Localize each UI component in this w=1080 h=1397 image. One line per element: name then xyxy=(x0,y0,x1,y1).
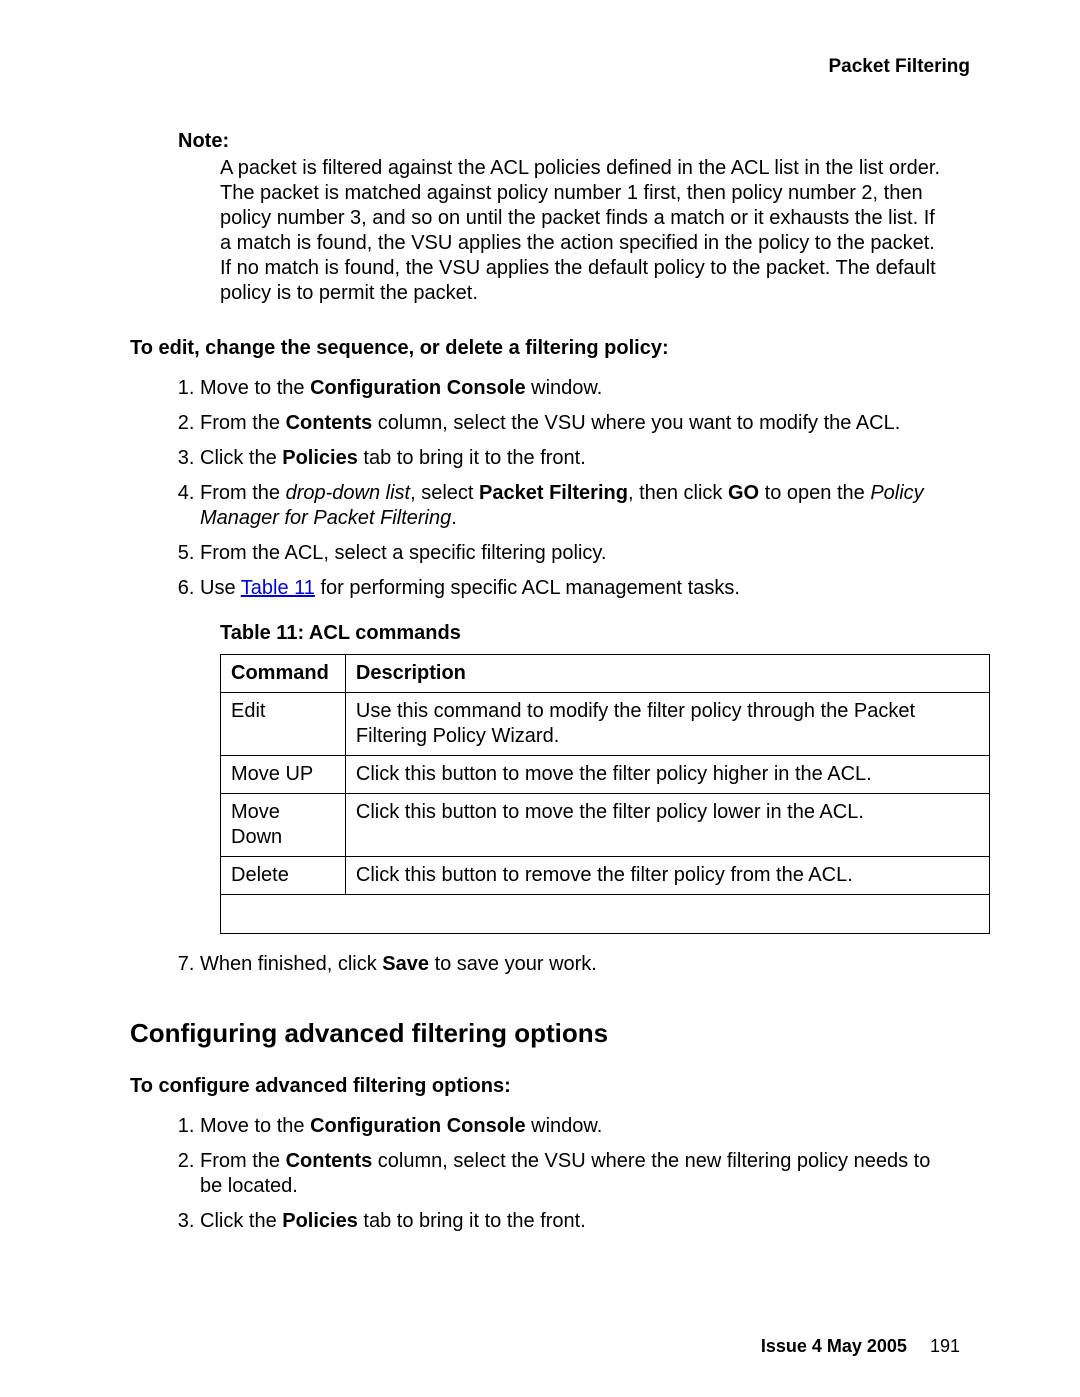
text: for performing specific ACL management t… xyxy=(315,577,740,599)
step-5: From the ACL, select a specific filterin… xyxy=(200,541,950,566)
text: When finished, click xyxy=(200,953,382,975)
step-2: From the Contents column, select the VSU… xyxy=(200,411,950,436)
table-row: Delete Click this button to remove the f… xyxy=(221,856,990,894)
steps-list-1: Move to the Configuration Console window… xyxy=(130,376,950,601)
term-packet-filtering: Packet Filtering xyxy=(479,482,628,504)
table-header-row: Command Description xyxy=(221,654,990,692)
note-block: Note: A packet is filtered against the A… xyxy=(178,129,950,306)
link-table-11[interactable]: Table 11 xyxy=(241,577,315,599)
text: From the xyxy=(200,412,286,434)
text: tab to bring it to the front. xyxy=(358,1210,586,1232)
text: Click the xyxy=(200,1210,282,1232)
footer-page-number: 191 xyxy=(930,1336,960,1356)
text: From the xyxy=(200,482,286,504)
cell-description: Use this command to modify the filter po… xyxy=(345,692,989,755)
cell-description: Click this button to remove the filter p… xyxy=(345,856,989,894)
table-empty-row xyxy=(221,894,990,933)
table-row: Edit Use this command to modify the filt… xyxy=(221,692,990,755)
step-3: Click the Policies tab to bring it to th… xyxy=(200,446,950,471)
text: Use xyxy=(200,577,241,599)
table-row: Move UP Click this button to move the fi… xyxy=(221,755,990,793)
term-configuration-console: Configuration Console xyxy=(310,1115,526,1137)
text: . xyxy=(451,507,457,529)
note-text: A packet is filtered against the ACL pol… xyxy=(220,156,950,306)
page-footer: Issue 4 May 2005 191 xyxy=(761,1335,960,1358)
steps-list-2: Move to the Configuration Console window… xyxy=(130,1114,950,1234)
step-4: From the drop-down list, select Packet F… xyxy=(200,481,950,531)
text: Move to the xyxy=(200,377,310,399)
step-6: Use Table 11 for performing specific ACL… xyxy=(200,576,950,601)
empty-cell xyxy=(221,894,990,933)
text: tab to bring it to the front. xyxy=(358,447,586,469)
text: , then click xyxy=(628,482,728,504)
col-header-command: Command xyxy=(221,654,346,692)
section-heading-edit-policy: To edit, change the sequence, or delete … xyxy=(130,336,950,361)
term-policies: Policies xyxy=(282,1210,358,1232)
cell-description: Click this button to move the filter pol… xyxy=(345,755,989,793)
text: window. xyxy=(526,377,603,399)
note-label: Note: xyxy=(178,129,950,154)
cell-description: Click this button to move the filter pol… xyxy=(345,793,989,856)
term-contents: Contents xyxy=(286,1150,373,1172)
term-policies: Policies xyxy=(282,447,358,469)
term-contents: Contents xyxy=(286,412,373,434)
term-save: Save xyxy=(382,953,429,975)
text: Click the xyxy=(200,447,282,469)
text: to save your work. xyxy=(429,953,597,975)
footer-issue: Issue 4 May 2005 xyxy=(761,1336,907,1356)
steps-list-1-cont: When finished, click Save to save your w… xyxy=(130,952,950,977)
term-drop-down-list: drop-down list xyxy=(286,482,411,504)
heading-configuring-advanced: Configuring advanced filtering options xyxy=(130,1017,950,1050)
cell-command: Delete xyxy=(221,856,346,894)
cell-command: Move UP xyxy=(221,755,346,793)
step-b1: Move to the Configuration Console window… xyxy=(200,1114,950,1139)
term-go: GO xyxy=(728,482,759,504)
section-heading-configure-advanced: To configure advanced filtering options: xyxy=(130,1074,950,1099)
term-configuration-console: Configuration Console xyxy=(310,377,526,399)
cell-command: Edit xyxy=(221,692,346,755)
table-row: Move Down Click this button to move the … xyxy=(221,793,990,856)
running-header: Packet Filtering xyxy=(130,55,970,79)
step-b3: Click the Policies tab to bring it to th… xyxy=(200,1209,950,1234)
text: column, select the VSU where you want to… xyxy=(372,412,900,434)
text: window. xyxy=(526,1115,603,1137)
document-page: Packet Filtering Note: A packet is filte… xyxy=(0,0,1080,1397)
text: Move to the xyxy=(200,1115,310,1137)
table-caption: Table 11: ACL commands xyxy=(220,621,950,646)
cell-command: Move Down xyxy=(221,793,346,856)
step-7: When finished, click Save to save your w… xyxy=(200,952,950,977)
text: , select xyxy=(410,482,479,504)
text: From the xyxy=(200,1150,286,1172)
step-b2: From the Contents column, select the VSU… xyxy=(200,1149,950,1199)
col-header-description: Description xyxy=(345,654,989,692)
acl-commands-table: Command Description Edit Use this comman… xyxy=(220,654,990,934)
step-1: Move to the Configuration Console window… xyxy=(200,376,950,401)
text: to open the xyxy=(759,482,870,504)
